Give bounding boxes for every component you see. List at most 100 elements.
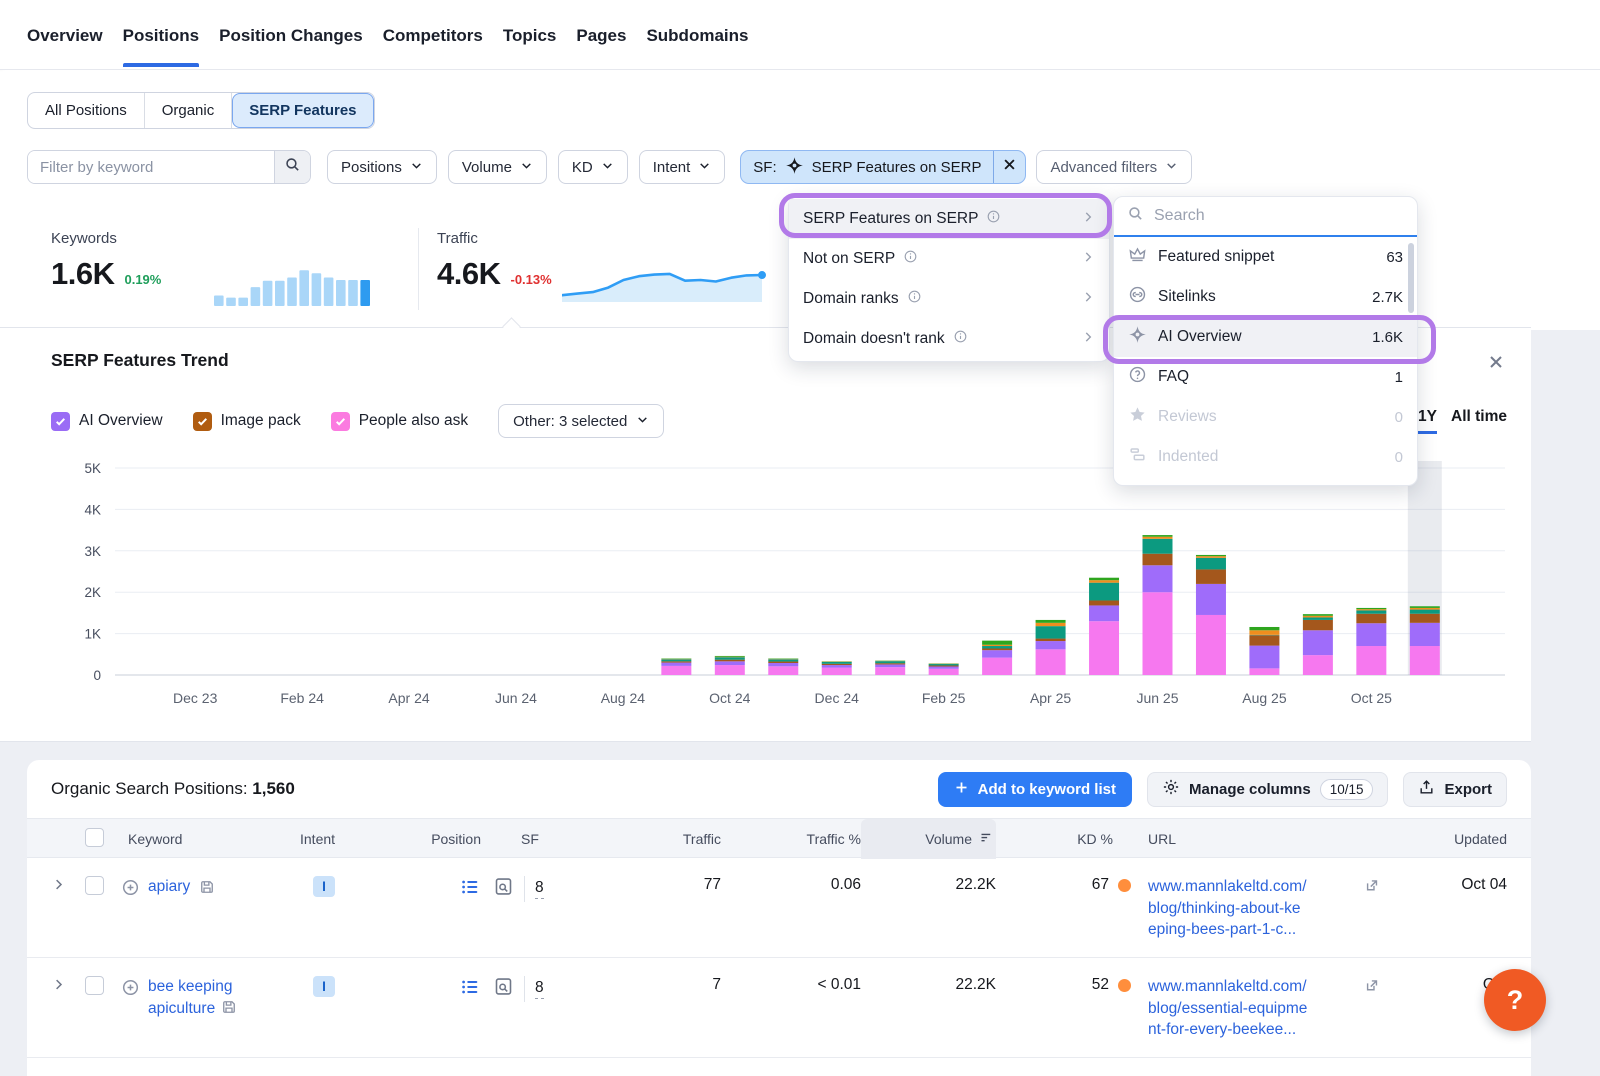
- tab-serp-features[interactable]: SERP Features: [232, 93, 373, 128]
- row-checkbox[interactable]: [85, 976, 104, 995]
- feature-item-ai-overview[interactable]: AI Overview 1.6K: [1114, 317, 1417, 357]
- feature-count: 1.6K: [1372, 329, 1403, 346]
- feature-item-reviews[interactable]: Reviews 0: [1114, 397, 1417, 437]
- nav-pages[interactable]: Pages: [576, 4, 626, 66]
- external-link-icon[interactable]: [1363, 877, 1380, 899]
- url-link[interactable]: www.mannlakeltd.com/: [1148, 876, 1352, 898]
- serp-features-trend-chart: 01K2K3K4K5KDec 23Feb 24Apr 24Jun 24Aug 2…: [0, 455, 1531, 725]
- url-link[interactable]: blog/essential-equipme: [1148, 998, 1352, 1020]
- menu-item-domain-ranks[interactable]: Domain ranks: [789, 279, 1109, 319]
- crown-icon: [1128, 245, 1147, 269]
- help-button[interactable]: ?: [1484, 969, 1546, 1031]
- kd-value: 52: [1092, 976, 1109, 994]
- url-link[interactable]: eping-bees-part-1-c...: [1148, 919, 1352, 941]
- menu-scrollbar[interactable]: [1408, 243, 1414, 313]
- add-keyword-icon[interactable]: [121, 876, 140, 902]
- range-all-time[interactable]: All time: [1451, 408, 1507, 434]
- row-checkbox[interactable]: [85, 876, 104, 895]
- url-link[interactable]: www.mannlakeltd.com/: [1148, 976, 1352, 998]
- export-button[interactable]: Export: [1403, 772, 1507, 807]
- features-search-input[interactable]: [1154, 207, 1404, 225]
- feature-item-featured-snippet[interactable]: Featured snippet 63: [1114, 237, 1417, 277]
- keyword-search-button[interactable]: [274, 151, 310, 183]
- save-icon[interactable]: [198, 876, 216, 901]
- nav-subdomains[interactable]: Subdomains: [646, 4, 748, 66]
- trend-title: SERP Features Trend: [51, 350, 229, 371]
- menu-item-domain-doesnt-rank[interactable]: Domain doesn't rank: [789, 319, 1109, 359]
- feature-item-sitelinks[interactable]: Sitelinks 2.7K: [1114, 277, 1417, 317]
- chevron-down-icon: [601, 159, 614, 176]
- menu-item-label: SERP Features on SERP: [803, 210, 978, 228]
- col-traffic-pct[interactable]: Traffic %: [721, 831, 861, 847]
- advanced-filters-button[interactable]: Advanced filters: [1036, 150, 1192, 184]
- row-expander[interactable]: [51, 976, 85, 997]
- url-link[interactable]: nt-for-every-beekee...: [1148, 1019, 1352, 1041]
- row-expander[interactable]: [51, 876, 85, 897]
- url-cell: www.mannlakeltd.com/ blog/essential-equi…: [1131, 976, 1386, 1041]
- organic-positions-card: Organic Search Positions: 1,560 Add to k…: [27, 760, 1531, 1076]
- url-link[interactable]: blog/thinking-about-ke: [1148, 898, 1352, 920]
- svg-text:Apr 25: Apr 25: [1030, 690, 1071, 706]
- sf-count[interactable]: 8: [535, 979, 544, 999]
- sf-filter-chip[interactable]: SF: SERP Features on SERP: [740, 150, 1026, 184]
- legend-people-also-ask[interactable]: People also ask: [331, 412, 468, 431]
- external-link-icon[interactable]: [1363, 977, 1380, 999]
- positions-count: 1,560: [252, 779, 295, 798]
- col-url[interactable]: URL: [1131, 831, 1386, 847]
- trend-close-button[interactable]: [1486, 352, 1508, 374]
- faq-icon: [1128, 365, 1147, 389]
- sf-chip-remove-button[interactable]: [993, 151, 1025, 183]
- intent-badge[interactable]: I: [313, 876, 335, 897]
- add-keyword-icon[interactable]: [121, 976, 140, 1002]
- feature-label: FAQ: [1158, 368, 1384, 386]
- keyword-filter-input[interactable]: [28, 151, 274, 183]
- save-icon[interactable]: [220, 998, 238, 1023]
- kd-filter[interactable]: KD: [558, 150, 628, 184]
- keyword-link[interactable]: apiary: [148, 876, 190, 898]
- other-features-dropdown[interactable]: Other: 3 selected: [498, 404, 664, 438]
- col-keyword[interactable]: Keyword: [121, 831, 291, 847]
- tab-all-positions[interactable]: All Positions: [28, 93, 145, 128]
- manage-columns-button[interactable]: Manage columns 10/15: [1147, 772, 1389, 807]
- checkbox-people-also-ask[interactable]: [331, 412, 350, 431]
- positions-filter[interactable]: Positions: [327, 150, 437, 184]
- range-1y[interactable]: 1Y: [1418, 408, 1437, 434]
- volume-filter[interactable]: Volume: [448, 150, 547, 184]
- features-search: [1114, 197, 1417, 237]
- serp-features-submenu: Featured snippet 63 Sitelinks 2.7K AI Ov…: [1113, 196, 1418, 486]
- nav-positions[interactable]: Positions: [123, 4, 200, 66]
- nav-overview[interactable]: Overview: [27, 4, 103, 66]
- checkbox-image-pack[interactable]: [193, 412, 212, 431]
- legend-image-pack[interactable]: Image pack: [193, 412, 301, 431]
- col-intent[interactable]: Intent: [291, 831, 371, 847]
- svg-text:1K: 1K: [84, 627, 101, 642]
- col-position[interactable]: Position: [371, 831, 481, 847]
- legend-ai-overview[interactable]: AI Overview: [51, 412, 163, 431]
- svg-text:Dec 23: Dec 23: [173, 690, 218, 706]
- serp-preview-icon[interactable]: [493, 876, 514, 902]
- nav-topics[interactable]: Topics: [503, 4, 557, 66]
- col-sf[interactable]: SF: [481, 831, 601, 847]
- keyword-link[interactable]: bee keeping apiculture: [148, 976, 260, 1023]
- feature-item-indented[interactable]: Indented 0: [1114, 437, 1417, 477]
- intent-filter[interactable]: Intent: [639, 150, 726, 184]
- nav-competitors[interactable]: Competitors: [383, 4, 483, 66]
- intent-badge[interactable]: I: [313, 976, 335, 997]
- nav-position-changes[interactable]: Position Changes: [219, 4, 363, 66]
- add-to-keyword-list-button[interactable]: Add to keyword list: [938, 772, 1132, 807]
- svg-text:5K: 5K: [84, 461, 101, 476]
- checkbox-ai-overview[interactable]: [51, 412, 70, 431]
- menu-item-serp-features-on-serp[interactable]: SERP Features on SERP: [789, 199, 1109, 239]
- positions-list-icon[interactable]: [459, 876, 481, 903]
- col-kd[interactable]: KD %: [996, 831, 1131, 847]
- col-traffic[interactable]: Traffic: [601, 831, 721, 847]
- serp-preview-icon[interactable]: [493, 976, 514, 1002]
- select-all-checkbox[interactable]: [85, 828, 104, 847]
- sf-count[interactable]: 8: [535, 879, 544, 899]
- feature-item-faq[interactable]: FAQ 1: [1114, 357, 1417, 397]
- col-updated[interactable]: Updated: [1386, 831, 1507, 847]
- menu-item-not-on-serp[interactable]: Not on SERP: [789, 239, 1109, 279]
- tab-organic[interactable]: Organic: [145, 93, 233, 128]
- col-volume[interactable]: Volume: [861, 819, 996, 859]
- positions-list-icon[interactable]: [459, 976, 481, 1003]
